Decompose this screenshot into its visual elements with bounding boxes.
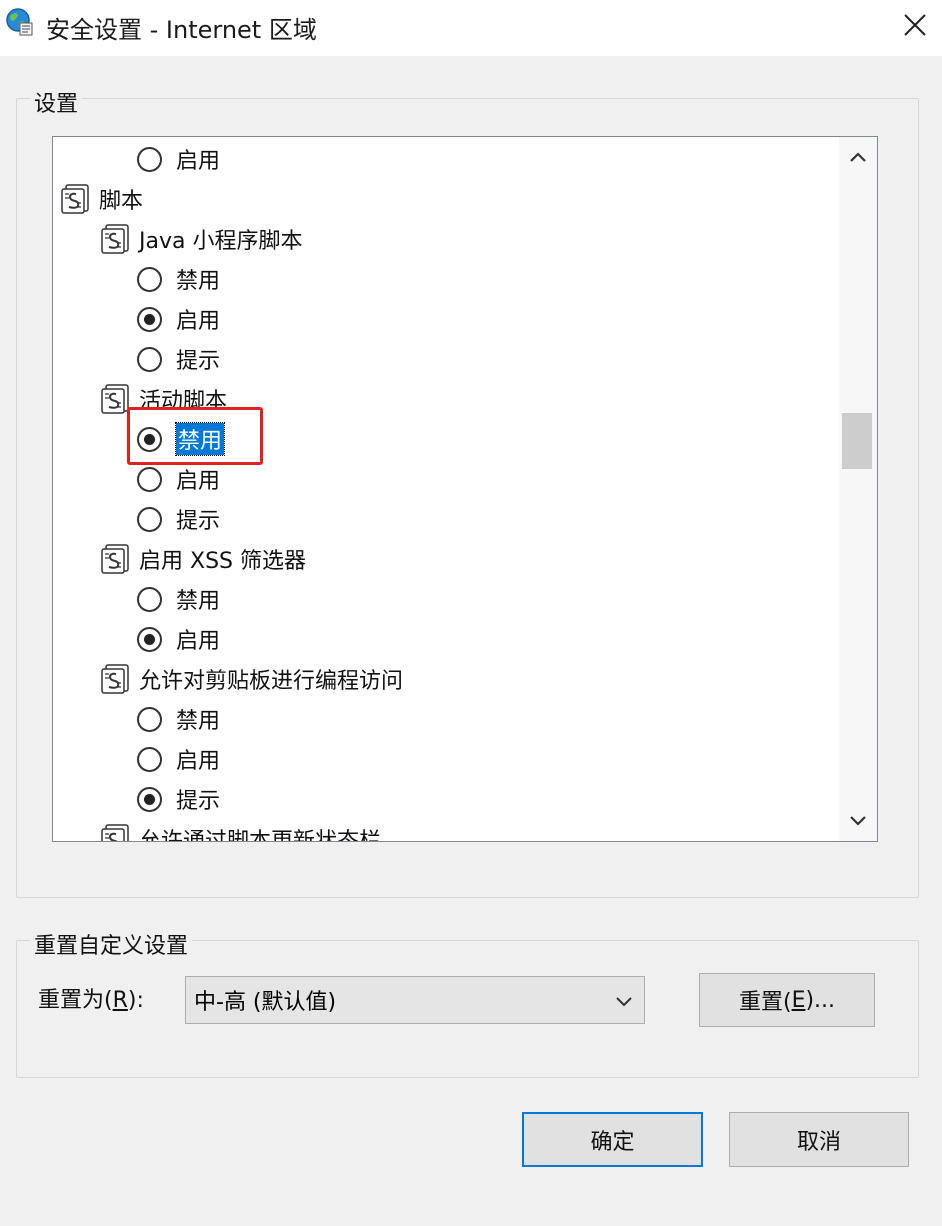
radio-button-checked[interactable] (137, 786, 162, 812)
scroll-down-button[interactable] (839, 801, 877, 841)
settings-group-label: 设置 (30, 86, 83, 118)
radio-button[interactable] (137, 146, 162, 172)
category-label: 启用 XSS 筛选器 (139, 549, 306, 574)
option-label: 启用 (176, 749, 221, 774)
setting-option-row[interactable]: 启用 (137, 619, 220, 659)
setting-option-row[interactable]: 禁用 (137, 259, 220, 299)
radio-button[interactable] (137, 586, 162, 612)
ok-button[interactable]: 确定 (522, 1112, 703, 1167)
vertical-scrollbar[interactable] (839, 137, 877, 841)
chevron-up-icon (850, 152, 866, 162)
chevron-down-icon (616, 997, 632, 1007)
setting-option-row[interactable]: 禁用 (137, 579, 220, 619)
setting-option-row[interactable]: 禁用 (137, 699, 220, 739)
setting-option-row[interactable]: 启用 (137, 739, 220, 779)
reset-level-dropdown[interactable]: 中-高 (默认值) (185, 976, 645, 1024)
option-label: 启用 (176, 149, 221, 174)
radio-button[interactable] (137, 466, 162, 492)
option-label: 启用 (176, 469, 221, 494)
option-label: 启用 (176, 309, 221, 334)
option-label: 提示 (176, 789, 221, 814)
radio-button[interactable] (137, 746, 162, 772)
setting-option-row[interactable]: 启用 (137, 139, 220, 179)
category-label: 允许对剪贴板进行编程访问 (139, 669, 404, 694)
radio-button[interactable] (137, 266, 162, 292)
setting-option-row[interactable]: 提示 (137, 779, 220, 819)
close-button[interactable] (888, 0, 942, 50)
setting-category-row: 允许对剪贴板进行编程访问 (99, 659, 403, 699)
window-title: 安全设置 - Internet 区域 (46, 16, 317, 44)
internet-globe-icon (6, 8, 33, 36)
radio-button-checked[interactable] (137, 426, 162, 452)
radio-button[interactable] (137, 506, 162, 532)
option-label: 提示 (176, 509, 221, 534)
script-settings-icon (101, 824, 129, 841)
setting-option-row[interactable]: 禁用 (137, 419, 226, 459)
option-label: 禁用 (176, 589, 221, 614)
script-settings-icon (101, 544, 129, 574)
option-label: 禁用 (176, 709, 221, 734)
radio-button[interactable] (137, 346, 162, 372)
setting-option-row[interactable]: 提示 (137, 499, 220, 539)
radio-button[interactable] (137, 706, 162, 732)
category-label: Java 小程序脚本 (139, 229, 303, 254)
option-label: 提示 (176, 349, 221, 374)
settings-tree-content: 启用 脚本 Java 小程序脚本 禁用 启用 提示 活动脚本 禁用 启用 提示 启用 XSS 筛选器… (53, 137, 839, 841)
title-bar: 安全设置 - Internet 区域 (0, 0, 942, 56)
reset-group-label: 重置自定义设置 (30, 928, 193, 960)
setting-category-row: 启用 XSS 筛选器 (99, 539, 306, 579)
script-settings-icon (101, 664, 129, 694)
setting-category-row: 允许通过脚本更新状态栏 (99, 819, 381, 841)
reset-to-label: 重置为(R): (38, 988, 144, 1013)
setting-category-row: 脚本 (59, 179, 143, 219)
option-label: 禁用 (176, 269, 221, 294)
setting-category-row: 活动脚本 (99, 379, 227, 419)
scroll-up-button[interactable] (839, 137, 877, 177)
setting-category-row: Java 小程序脚本 (99, 219, 302, 259)
cancel-button[interactable]: 取消 (729, 1112, 909, 1167)
category-label: 允许通过脚本更新状态栏 (139, 823, 381, 841)
close-icon (904, 14, 926, 36)
setting-option-row[interactable]: 启用 (137, 459, 220, 499)
setting-option-row[interactable]: 提示 (137, 339, 220, 379)
scroll-thumb[interactable] (842, 413, 872, 469)
script-settings-icon (101, 384, 129, 414)
reset-level-value: 中-高 (默认值) (194, 990, 337, 1015)
category-label: 活动脚本 (139, 389, 228, 414)
script-settings-icon (101, 224, 129, 254)
script-settings-icon (61, 184, 89, 214)
option-label: 启用 (176, 629, 221, 654)
category-label: 脚本 (99, 189, 144, 214)
setting-option-row[interactable]: 启用 (137, 299, 220, 339)
settings-tree-list[interactable]: 启用 脚本 Java 小程序脚本 禁用 启用 提示 活动脚本 禁用 启用 提示 启用 XSS 筛选器… (52, 136, 878, 842)
radio-button-checked[interactable] (137, 626, 162, 652)
option-label: 禁用 (174, 422, 226, 456)
radio-button-checked[interactable] (137, 306, 162, 332)
chevron-down-icon (850, 816, 866, 826)
reset-button[interactable]: 重置(E)... (699, 973, 875, 1027)
